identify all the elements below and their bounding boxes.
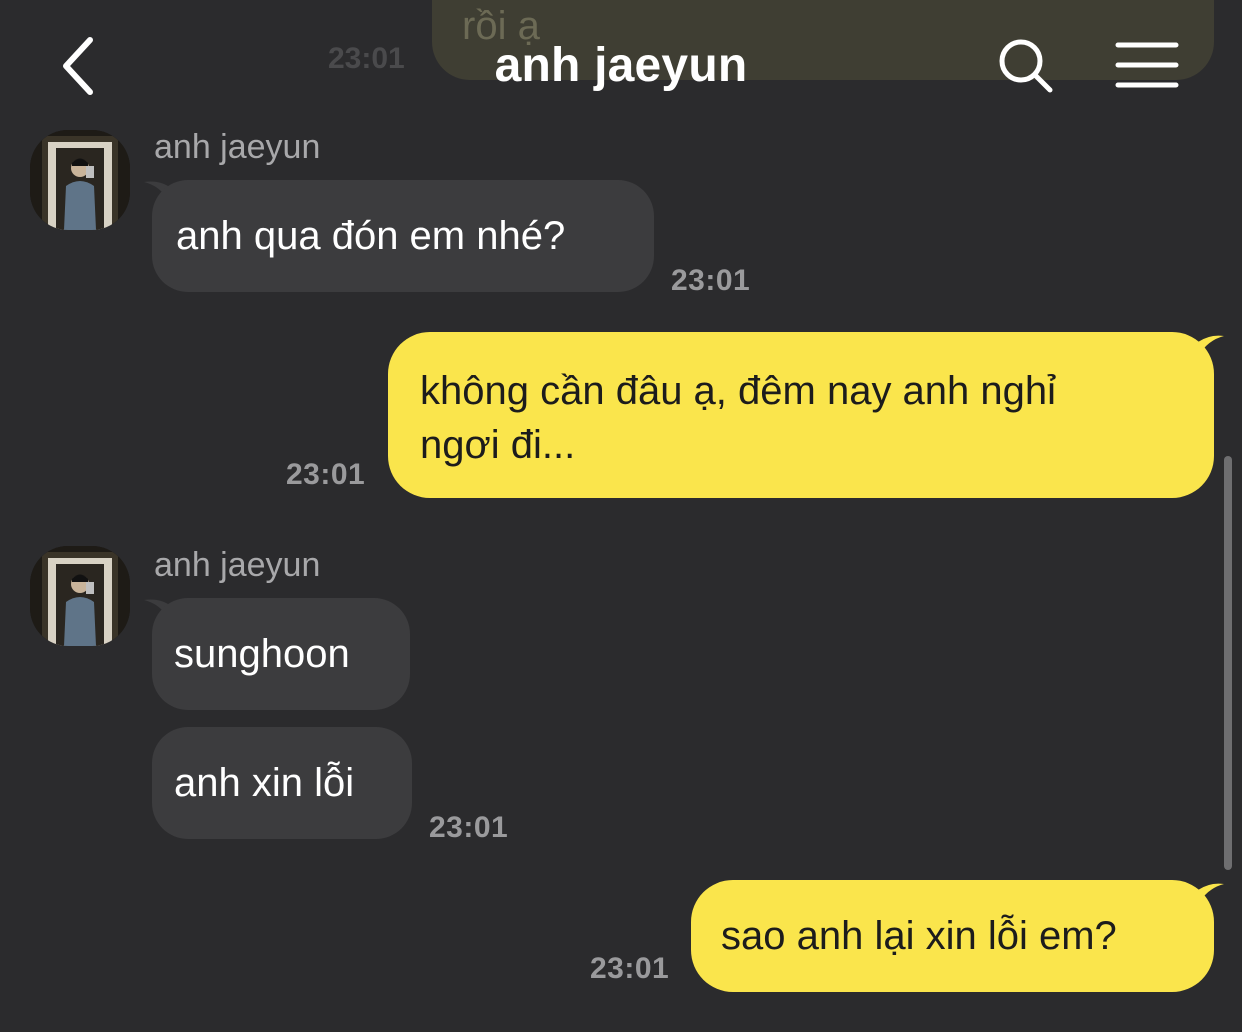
message-text-line-1: không cần đâu ạ, đêm nay anh nghỉ bbox=[420, 369, 1057, 413]
chat-header: anh jaeyun bbox=[0, 0, 1242, 120]
bubble-tail bbox=[1198, 335, 1224, 356]
message-time: 23:01 bbox=[671, 264, 751, 297]
message-text-line-2: ngơi đi... bbox=[420, 423, 576, 467]
sender-name: anh jaeyun bbox=[154, 546, 321, 584]
hamburger-menu-icon bbox=[1115, 42, 1179, 88]
chat-screen: rồi ạ 23:01 anh jaeyun anh jaeyun anh qu… bbox=[0, 0, 1242, 1032]
message-time: 23:01 bbox=[590, 952, 670, 985]
avatar[interactable] bbox=[30, 546, 130, 646]
sender-name: anh jaeyun bbox=[154, 128, 321, 166]
incoming-message-bubble[interactable]: anh xin lỗi bbox=[152, 727, 412, 839]
profile-photo-icon bbox=[30, 546, 130, 646]
message-time: 23:01 bbox=[429, 811, 509, 844]
message-text: anh xin lỗi bbox=[174, 761, 355, 805]
outgoing-message-bubble[interactable]: không cần đâu ạ, đêm nay anh nghỉ ngơi đ… bbox=[388, 332, 1214, 498]
incoming-message-bubble[interactable]: anh qua đón em nhé? bbox=[152, 180, 654, 292]
outgoing-message-bubble[interactable]: sao anh lại xin lỗi em? bbox=[691, 880, 1214, 992]
menu-button[interactable] bbox=[1114, 40, 1180, 90]
message-time: 23:01 bbox=[286, 458, 366, 491]
incoming-message-bubble[interactable]: sunghoon bbox=[152, 598, 410, 710]
search-icon bbox=[999, 39, 1053, 93]
profile-photo-icon bbox=[30, 130, 130, 230]
bubble-tail bbox=[1198, 883, 1224, 904]
message-text: sao anh lại xin lỗi em? bbox=[721, 914, 1117, 958]
message-text: anh qua đón em nhé? bbox=[176, 214, 566, 258]
message-text: sunghoon bbox=[174, 632, 350, 676]
avatar[interactable] bbox=[30, 130, 130, 230]
scrollbar[interactable] bbox=[1224, 456, 1232, 870]
search-button[interactable] bbox=[996, 36, 1056, 96]
